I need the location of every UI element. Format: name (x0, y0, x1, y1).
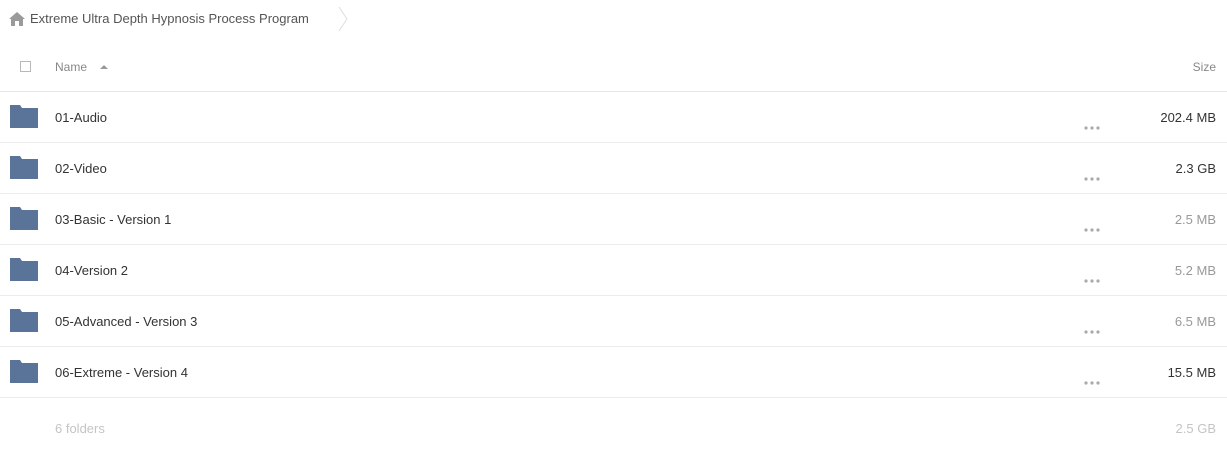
folder-name[interactable]: 06-Extreme - Version 4 (55, 365, 188, 381)
folder-size: 15.5 MB (1167, 365, 1216, 380)
list-item[interactable]: 03-Basic - Version 1 2.5 MB (0, 194, 1227, 245)
folder-size: 5.2 MB (1174, 263, 1216, 278)
folder-name[interactable]: 03-Basic - Version 1 (55, 212, 171, 228)
folder-size: 2.3 GB (1175, 161, 1216, 176)
folder-icon (10, 308, 38, 332)
folder-name[interactable]: 01-Audio (55, 110, 107, 126)
folder-size: 202.4 MB (1160, 110, 1216, 125)
more-options-icon[interactable] (1084, 321, 1100, 334)
size-column-header[interactable]: Size (1193, 60, 1216, 74)
more-options-icon[interactable] (1084, 219, 1100, 232)
list-item[interactable]: 02-Video 2.3 GB (0, 143, 1227, 194)
folder-icon (10, 359, 38, 383)
list-item[interactable]: 01-Audio 202.4 MB (0, 92, 1227, 143)
list-item[interactable]: 06-Extreme - Version 4 15.5 MB (0, 347, 1227, 398)
list-header: Name Size (0, 42, 1227, 92)
select-all-checkbox[interactable] (20, 61, 31, 72)
folder-icon (10, 104, 38, 128)
folder-name[interactable]: 05-Advanced - Version 3 (55, 314, 197, 330)
breadcrumb-separator-icon (338, 6, 348, 32)
folder-name[interactable]: 02-Video (55, 161, 107, 177)
folder-icon (10, 155, 38, 179)
more-options-icon[interactable] (1084, 168, 1100, 181)
folder-icon (10, 257, 38, 281)
sort-ascending-icon[interactable] (100, 65, 108, 69)
folder-name[interactable]: 04-Version 2 (55, 263, 128, 279)
list-item[interactable]: 04-Version 2 5.2 MB (0, 245, 1227, 296)
more-options-icon[interactable] (1084, 270, 1100, 283)
breadcrumb-current-folder[interactable]: Extreme Ultra Depth Hypnosis Process Pro… (30, 11, 309, 27)
home-icon[interactable] (9, 12, 25, 26)
folder-count: 6 folders (55, 421, 105, 436)
more-options-icon[interactable] (1084, 372, 1100, 385)
list-item[interactable]: 05-Advanced - Version 3 6.5 MB (0, 296, 1227, 347)
folder-list: 01-Audio 202.4 MB 02-Video 2.3 GB 03-Bas… (0, 92, 1227, 398)
list-footer: 6 folders 2.5 GB (0, 413, 1227, 443)
folder-size: 2.5 MB (1174, 212, 1216, 227)
name-column-header[interactable]: Name (55, 60, 87, 74)
folder-icon (10, 206, 38, 230)
breadcrumb: Extreme Ultra Depth Hypnosis Process Pro… (0, 0, 1227, 38)
total-size: 2.5 GB (1175, 421, 1216, 436)
folder-size: 6.5 MB (1174, 314, 1216, 329)
more-options-icon[interactable] (1084, 117, 1100, 130)
